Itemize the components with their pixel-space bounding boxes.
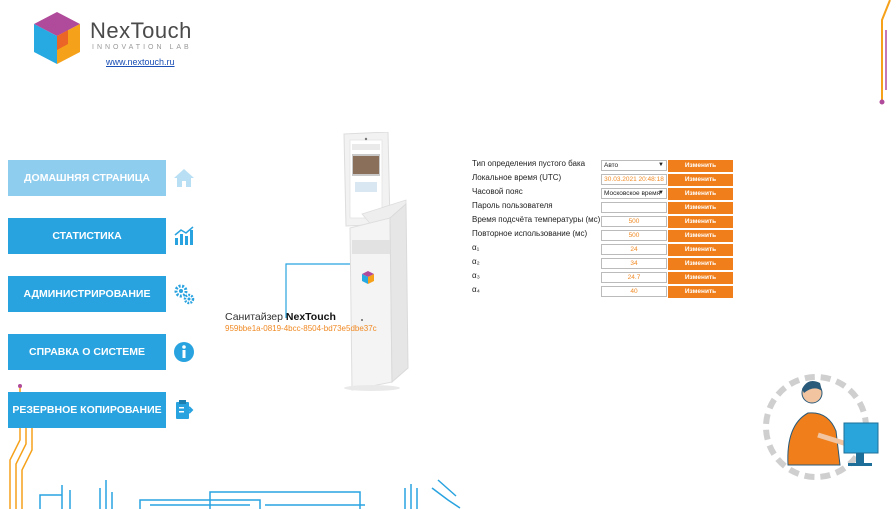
gears-icon xyxy=(174,284,195,305)
change-button[interactable]: Изменить xyxy=(668,188,733,200)
nav-button-backup[interactable]: РЕЗЕРВНОЕ КОПИРОВАНИЕ xyxy=(8,392,166,428)
settings-row: Повторное использование (мс) 500 Изменит… xyxy=(472,229,742,242)
backup-clipboard-icon xyxy=(176,400,194,419)
person-at-computer-illustration xyxy=(763,374,879,480)
local-time-field[interactable]: 30.03.2021 20:48:18 xyxy=(601,174,667,185)
alpha2-field[interactable]: 34 xyxy=(601,258,667,269)
settings-row: Тип определения пустого бака Авто ▼ Измен… xyxy=(472,159,742,172)
logo-brand-name: NexTouch xyxy=(90,18,192,43)
device-caption-prefix: Санитайзер xyxy=(225,311,286,323)
nav-item-home[interactable]: ДОМАШНЯЯ СТРАНИЦА xyxy=(8,160,208,196)
chevron-down-icon: ▼ xyxy=(658,190,664,196)
settings-row: Часовой пояс Московское время ▼ Изменить xyxy=(472,187,742,200)
site-link[interactable]: www.nextouch.ru xyxy=(106,57,175,67)
change-button[interactable]: Изменить xyxy=(668,202,733,214)
settings-row: Локальное время (UTC) 30.03.2021 20:48:1… xyxy=(472,173,742,186)
setting-label: α₃ xyxy=(472,271,480,280)
select-value: Авто xyxy=(604,162,619,169)
nav-button-administration[interactable]: АДМИНИСТРИРОВАНИЕ xyxy=(8,276,166,312)
setting-label: α₁ xyxy=(472,243,480,252)
device-id: 959bbe1a-0819-4bcc-8504-bd73e5dbe37c xyxy=(225,324,377,333)
alpha4-field[interactable]: 40 xyxy=(601,286,667,297)
device-caption-brand: NexTouch xyxy=(285,311,336,323)
circuit-decoration-top-right xyxy=(879,0,891,105)
logo-cube-icon xyxy=(34,12,80,64)
nav-button-statistics[interactable]: СТАТИСТИКА xyxy=(8,218,166,254)
chevron-down-icon: ▼ xyxy=(658,162,664,168)
change-button[interactable]: Изменить xyxy=(668,216,733,228)
change-button[interactable]: Изменить xyxy=(668,258,733,270)
alpha1-field[interactable]: 24 xyxy=(601,244,667,255)
setting-label: α₂ xyxy=(472,257,480,266)
nav-button-home[interactable]: ДОМАШНЯЯ СТРАНИЦА xyxy=(8,160,166,196)
settings-row: Пароль пользователя Изменить xyxy=(472,201,742,214)
change-button[interactable]: Изменить xyxy=(668,174,733,186)
setting-label: Часовой пояс xyxy=(472,187,523,196)
sanitizer-device-image xyxy=(343,132,409,391)
password-field[interactable] xyxy=(601,202,667,213)
setting-label: Тип определения пустого бака xyxy=(472,159,586,168)
setting-label: Пароль пользователя xyxy=(472,201,553,210)
stats-chart-icon xyxy=(174,226,194,245)
nav-item-system-info[interactable]: СПРАВКА О СИСТЕМЕ xyxy=(8,334,208,370)
brand-logo: NexTouch INNOVATION LAB www.nextouch.ru xyxy=(32,10,212,70)
change-button[interactable]: Изменить xyxy=(668,286,733,298)
nav-button-system-info[interactable]: СПРАВКА О СИСТЕМЕ xyxy=(8,334,166,370)
nav-item-administration[interactable]: АДМИНИСТРИРОВАНИЕ xyxy=(8,276,208,312)
reuse-time-field[interactable]: 500 xyxy=(601,230,667,241)
device-caption: Санитайзер NexTouch xyxy=(225,311,336,323)
change-button[interactable]: Изменить xyxy=(668,244,733,256)
select-value: Московское время xyxy=(604,190,661,197)
setting-label: α₄ xyxy=(472,285,480,294)
settings-row: Время подсчёта температуры (мс) 500 Изме… xyxy=(472,215,742,228)
change-button[interactable]: Изменить xyxy=(668,272,733,284)
setting-label: Локальное время (UTC) xyxy=(472,173,562,182)
info-icon xyxy=(174,342,194,362)
timezone-select[interactable]: Московское время ▼ xyxy=(601,188,667,199)
change-button[interactable]: Изменить xyxy=(668,160,733,172)
setting-label: Время подсчёта температуры (мс) xyxy=(472,215,601,224)
settings-row: α₄ 40 Изменить xyxy=(472,285,742,298)
logo-subtitle: INNOVATION LAB xyxy=(92,44,192,51)
settings-row: α₁ 24 Изменить xyxy=(472,243,742,256)
settings-row: α₂ 34 Изменить xyxy=(472,257,742,270)
settings-row: α₃ 24.7 Изменить xyxy=(472,271,742,284)
change-button[interactable]: Изменить xyxy=(668,230,733,242)
temperature-time-field[interactable]: 500 xyxy=(601,216,667,227)
nav-item-backup[interactable]: РЕЗЕРВНОЕ КОПИРОВАНИЕ xyxy=(8,392,208,428)
home-icon xyxy=(174,169,194,187)
setting-label: Повторное использование (мс) xyxy=(472,229,588,238)
tank-detection-select[interactable]: Авто ▼ xyxy=(601,160,667,171)
nav-item-statistics[interactable]: СТАТИСТИКА xyxy=(8,218,208,254)
alpha3-field[interactable]: 24.7 xyxy=(601,272,667,283)
